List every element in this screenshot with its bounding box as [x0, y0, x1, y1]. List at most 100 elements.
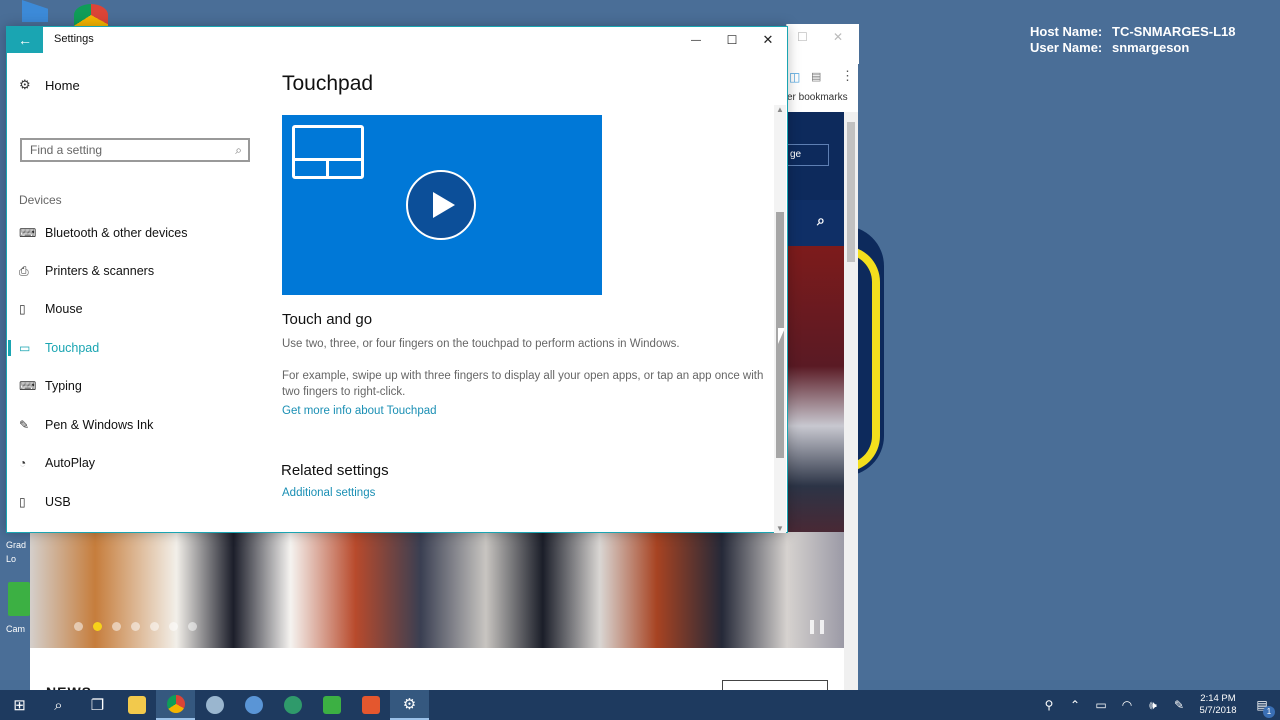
- app-taskbar-button[interactable]: [195, 690, 234, 720]
- nav-item-bluetooth[interactable]: ⌨ Bluetooth & other devices: [7, 218, 267, 248]
- recorder-icon: [361, 696, 380, 714]
- more-info-link[interactable]: Get more info about Touchpad: [282, 405, 437, 417]
- nav-item-pen[interactable]: ✎ Pen & Windows Ink: [7, 410, 267, 440]
- search-icon[interactable]: ⌕: [235, 143, 242, 158]
- active-indicator: [8, 378, 11, 394]
- carousel-dot[interactable]: [74, 622, 83, 631]
- wifi-icon[interactable]: ◠: [1114, 698, 1140, 712]
- recorder-taskbar-button[interactable]: [351, 690, 390, 720]
- pause-icon[interactable]: [810, 620, 824, 634]
- page-box[interactable]: [722, 680, 828, 690]
- chrome-icon: [166, 695, 185, 713]
- nav-item-mouse[interactable]: ▯ Mouse: [7, 294, 267, 324]
- pen-icon[interactable]: ✎: [1166, 698, 1192, 712]
- home-nav-item[interactable]: ⚙ Home: [19, 77, 80, 93]
- nav-item-printers[interactable]: ⎙ Printers & scanners: [7, 256, 267, 286]
- bookmarks-bar-text[interactable]: er bookmarks: [787, 92, 848, 103]
- chrome-desktop-icon[interactable]: [74, 4, 108, 26]
- chrome-taskbar-button[interactable]: [156, 690, 195, 720]
- scrollbar-thumb[interactable]: [847, 122, 855, 262]
- search-icon[interactable]: ⌕: [817, 212, 825, 229]
- minimize-button[interactable]: —: [678, 27, 714, 53]
- task-view-button[interactable]: ❐: [78, 690, 117, 720]
- clock-date: 5/7/2018: [1199, 705, 1237, 716]
- back-arrow-icon: ←: [18, 32, 32, 48]
- maximize-button[interactable]: ☐: [714, 27, 750, 53]
- carousel-dot[interactable]: [188, 622, 197, 631]
- mouse-cursor-icon: [778, 328, 785, 344]
- host-name-value: TC-SNMARGES-L18: [1112, 24, 1236, 39]
- description-text: Use two, three, or four fingers on the t…: [282, 338, 680, 350]
- touchpad-video[interactable]: [282, 115, 602, 295]
- camtasia-taskbar-button[interactable]: [312, 690, 351, 720]
- desktop-shortcut-icon[interactable]: [22, 0, 48, 22]
- app-taskbar-button[interactable]: [273, 690, 312, 720]
- additional-settings-link[interactable]: Additional settings: [282, 487, 375, 499]
- browser-scrollbar[interactable]: [844, 112, 858, 690]
- extension-icon[interactable]: ▤: [811, 70, 821, 83]
- play-button-icon[interactable]: [406, 170, 476, 240]
- settings-nav: ⚙ Home Find a setting ⌕ Devices ⌨ Blueto…: [7, 53, 267, 533]
- clock[interactable]: 2:14 PM 5/7/2018: [1192, 693, 1244, 717]
- site-nav: ⌕: [787, 200, 845, 246]
- maximize-icon: ☐: [726, 33, 738, 47]
- carousel-dot[interactable]: [169, 622, 178, 631]
- close-icon[interactable]: ✕: [833, 30, 843, 44]
- site-header-button[interactable]: ge: [787, 144, 829, 166]
- scroll-up-icon[interactable]: ▲: [776, 105, 784, 114]
- keyboard-icon: ⌨: [19, 226, 37, 240]
- user-name-value: snmargeson: [1112, 40, 1190, 55]
- nav-item-autoplay[interactable]: ◔ AutoPlay: [7, 448, 267, 478]
- search-button[interactable]: ⌕: [39, 690, 78, 720]
- desktop-icon-label[interactable]: Lo: [6, 554, 16, 564]
- carousel-dot-active[interactable]: [93, 622, 102, 631]
- section-label: Devices: [19, 193, 62, 207]
- active-indicator: [8, 340, 11, 356]
- search-input[interactable]: Find a setting ⌕: [20, 138, 250, 162]
- settings-scrollbar[interactable]: ▲ ▼: [774, 105, 786, 533]
- chevron-up-icon[interactable]: ⌃: [1062, 698, 1088, 712]
- touchpad-icon: [292, 125, 364, 179]
- close-button[interactable]: ✕: [750, 27, 786, 53]
- camtasia-desktop-icon[interactable]: [8, 582, 30, 616]
- user-name-key: User Name:: [1030, 40, 1103, 55]
- usb-icon: ▯: [19, 495, 26, 509]
- scroll-down-icon[interactable]: ▼: [776, 524, 784, 533]
- desktop-icon-label[interactable]: Grad: [6, 540, 26, 550]
- touchpad-icon: ▭: [19, 341, 31, 355]
- nav-item-label: AutoPlay: [45, 456, 96, 470]
- maximize-icon[interactable]: ☐: [797, 30, 808, 44]
- page-title: Touchpad: [282, 72, 374, 95]
- more-menu-icon[interactable]: ⋮: [841, 68, 854, 84]
- touch-and-go-heading: Touch and go: [282, 311, 373, 328]
- app-taskbar-button[interactable]: [234, 690, 273, 720]
- nav-item-touchpad[interactable]: ▭ Touchpad: [7, 333, 267, 363]
- nav-item-label: Bluetooth & other devices: [45, 226, 188, 240]
- host-name-key: Host Name:: [1030, 24, 1103, 39]
- search-icon: ⌕: [54, 696, 63, 714]
- action-center-button[interactable]: ▤ 1: [1244, 698, 1280, 718]
- file-explorer-button[interactable]: [117, 690, 156, 720]
- window-title: Settings: [54, 33, 94, 45]
- nav-item-label: Mouse: [45, 302, 83, 316]
- nav-item-typing[interactable]: ⌨ Typing: [7, 371, 267, 401]
- system-tray: ⚲ ⌃ ▭ ◠ 🕪 ✎ 2:14 PM 5/7/2018 ▤ 1: [1036, 690, 1280, 720]
- people-icon[interactable]: ⚲: [1036, 698, 1062, 712]
- folder-icon: [127, 696, 146, 714]
- nav-item-usb[interactable]: ▯ USB: [7, 487, 267, 517]
- settings-titlebar: ← Settings — ☐ ✕: [7, 27, 787, 53]
- back-button[interactable]: ←: [7, 27, 43, 53]
- carousel-dot[interactable]: [112, 622, 121, 631]
- battery-icon[interactable]: ▭: [1088, 698, 1114, 712]
- desktop-icon-label[interactable]: Cam: [6, 624, 25, 634]
- browser-page-below: NEWS: [30, 648, 844, 700]
- volume-icon[interactable]: 🕪: [1140, 698, 1166, 713]
- settings-taskbar-button[interactable]: ⚙: [390, 690, 429, 720]
- active-indicator: [8, 263, 11, 279]
- autoplay-icon: ◔: [19, 456, 27, 470]
- carousel-dot[interactable]: [150, 622, 159, 631]
- start-button[interactable]: ⊞: [0, 690, 39, 720]
- carousel-dot[interactable]: [131, 622, 140, 631]
- close-icon: ✕: [762, 32, 774, 47]
- extension-icon[interactable]: ◫: [789, 70, 800, 84]
